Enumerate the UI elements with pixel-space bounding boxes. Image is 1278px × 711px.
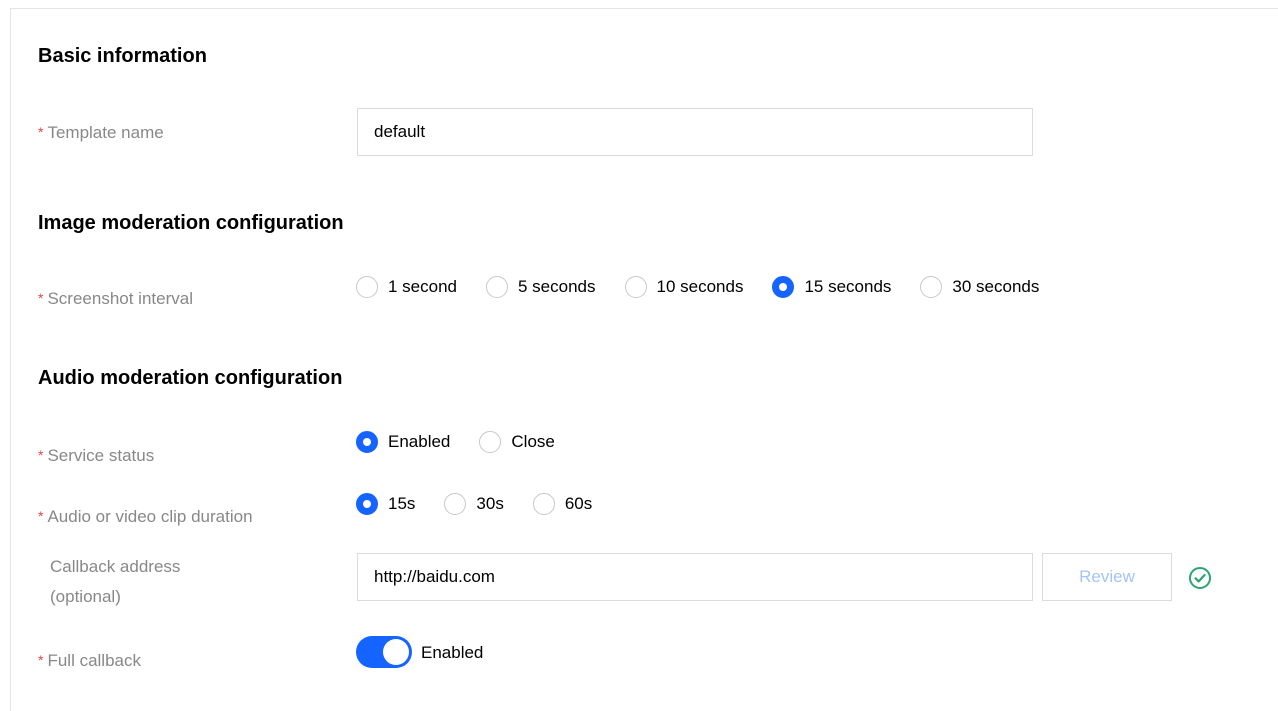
radio-5-seconds[interactable]: 5 seconds <box>486 276 596 298</box>
service-status-label: * Service status <box>38 446 155 465</box>
radio-30-seconds[interactable]: 30 seconds <box>920 276 1039 298</box>
radio-circle[interactable] <box>624 276 647 298</box>
radio-circle[interactable] <box>356 276 378 298</box>
radio-circle[interactable] <box>486 276 508 298</box>
required-mark: * <box>38 290 44 306</box>
template-name-label: * Template name <box>38 123 164 142</box>
review-button[interactable]: Review <box>1042 553 1172 601</box>
radio-circle[interactable] <box>356 431 378 453</box>
required-mark: * <box>38 652 44 668</box>
full-callback-toggle[interactable] <box>356 636 412 668</box>
section-title-basic: Basic information <box>38 45 207 67</box>
full-callback-state: Enabled <box>421 643 484 662</box>
required-mark: * <box>38 508 44 524</box>
clip-duration-group: 15s 30s 60s <box>356 493 621 515</box>
screenshot-interval-group: 1 second 5 seconds 10 seconds 15 seconds… <box>356 276 1068 298</box>
radio-circle[interactable] <box>356 493 378 515</box>
radio-circle[interactable] <box>479 431 502 453</box>
radio-circle[interactable] <box>444 493 467 515</box>
radio-circle[interactable] <box>772 276 795 298</box>
screenshot-interval-label: * Screenshot interval <box>38 289 193 308</box>
radio-10-seconds[interactable]: 10 seconds <box>624 276 743 298</box>
radio-clip-15s[interactable]: 15s <box>356 493 415 515</box>
radio-service-enabled[interactable]: Enabled <box>356 431 450 453</box>
radio-clip-60s[interactable]: 60s <box>532 493 592 515</box>
section-title-audio: Audio moderation configuration <box>38 367 343 389</box>
check-circle-icon <box>1189 567 1211 589</box>
radio-15-seconds[interactable]: 15 seconds <box>772 276 891 298</box>
radio-circle[interactable] <box>532 493 555 515</box>
section-title-image: Image moderation configuration <box>38 212 344 234</box>
clip-duration-label: * Audio or video clip duration <box>38 507 253 526</box>
full-callback-label: * Full callback <box>38 651 141 670</box>
toggle-knob <box>383 639 409 665</box>
radio-1-second[interactable]: 1 second <box>356 276 457 298</box>
callback-address-input[interactable] <box>357 553 1033 601</box>
required-mark: * <box>38 447 44 463</box>
required-mark: * <box>38 124 44 140</box>
radio-clip-30s[interactable]: 30s <box>444 493 504 515</box>
callback-address-label: Callback address (optional) <box>50 557 181 606</box>
radio-circle[interactable] <box>920 276 943 298</box>
template-name-input[interactable] <box>357 108 1033 156</box>
radio-service-close[interactable]: Close <box>479 431 555 453</box>
service-status-group: Enabled Close <box>356 431 584 453</box>
